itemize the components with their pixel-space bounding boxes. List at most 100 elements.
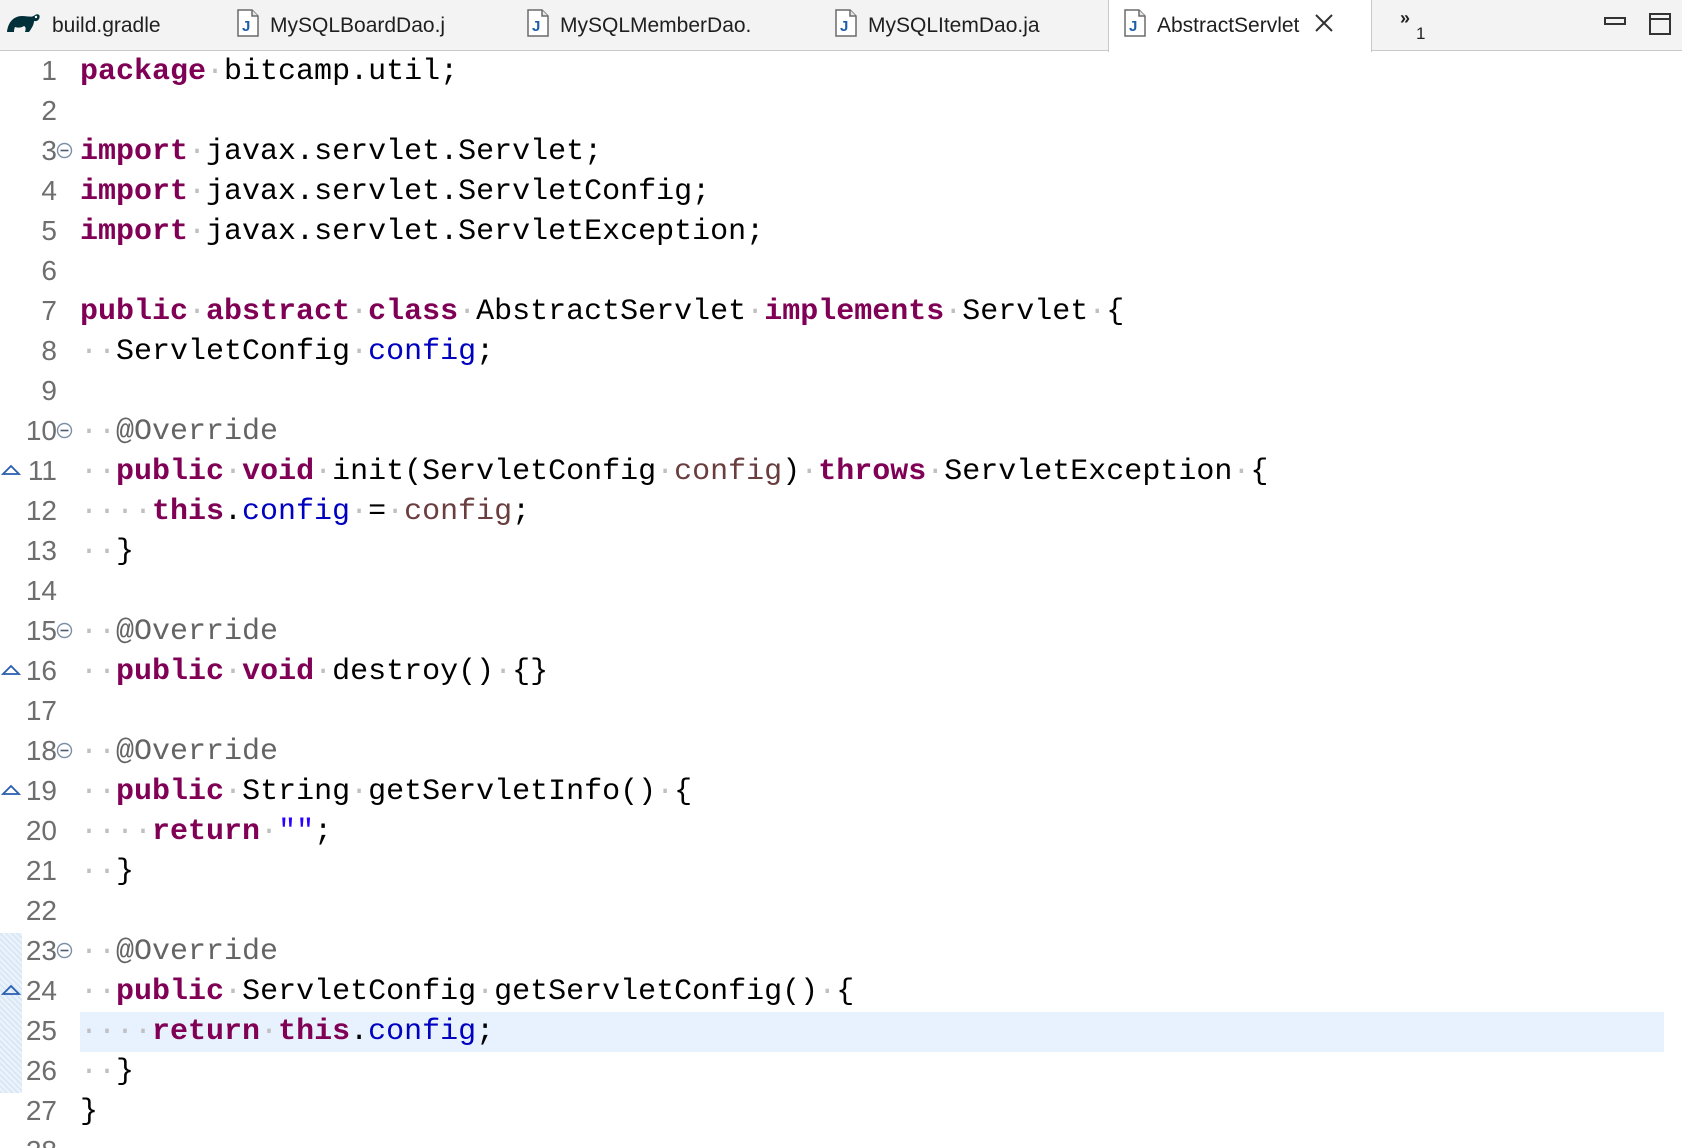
code-line[interactable]: 8 ··ServletConfig·config; xyxy=(0,331,1682,371)
tab-mysqlmemberdao[interactable]: J MySQLMemberDao. xyxy=(526,0,812,51)
code-line[interactable]: 26 ··} xyxy=(0,1051,1682,1091)
tab-label: MySQLBoardDao.j xyxy=(270,13,446,37)
tab-mysqlitemdao[interactable]: J MySQLItemDao.ja xyxy=(834,0,1104,51)
code-line[interactable]: 25 ····return·this.config; xyxy=(0,1011,1682,1052)
line-number: 11 xyxy=(27,455,57,486)
line-number: 20 xyxy=(25,815,57,846)
code-line[interactable]: 3 import·javax.servlet.Servlet; xyxy=(0,131,1682,171)
line-number: 1 xyxy=(41,55,57,86)
line-number: 24 xyxy=(25,975,57,1006)
code-line[interactable]: 18 ··@Override xyxy=(0,731,1682,771)
svg-text:J: J xyxy=(1129,18,1137,35)
tab-label: AbstractServlet xyxy=(1157,14,1300,37)
fold-collapse-icon[interactable] xyxy=(56,742,73,764)
code-token: Servlet xyxy=(962,295,1089,329)
code-line[interactable]: 9 xyxy=(0,371,1682,411)
code-text: package·bitcamp.util; xyxy=(80,52,458,92)
whitespace-marker: ·· xyxy=(80,335,117,369)
code-token: init(ServletConfig xyxy=(332,455,657,489)
code-line[interactable]: 21 ··} xyxy=(0,851,1682,891)
code-line[interactable]: 11 ··public·void·init(ServletConfig·confi… xyxy=(0,451,1682,491)
close-icon[interactable] xyxy=(1313,12,1335,40)
code-line[interactable]: 12 ····this.config·=·config; xyxy=(0,491,1682,531)
code-token: String xyxy=(242,775,351,809)
whitespace-marker: · xyxy=(350,495,369,529)
line-number: 7 xyxy=(41,295,57,326)
whitespace-marker: ·· xyxy=(80,615,117,649)
line-number: 6 xyxy=(41,255,57,286)
whitespace-marker: · xyxy=(350,295,369,329)
code-line[interactable]: 7 public·abstract·class·AbstractServlet·i… xyxy=(0,291,1682,331)
whitespace-marker: ·· xyxy=(80,935,117,969)
code-text: public·abstract·class·AbstractServlet·im… xyxy=(80,292,1124,332)
whitespace-marker: · xyxy=(350,335,369,369)
whitespace-marker: · xyxy=(926,455,945,489)
code-token: ; xyxy=(476,1015,495,1049)
code-line[interactable]: 27} xyxy=(0,1091,1682,1131)
code-token: public xyxy=(116,975,225,1009)
code-token: {} xyxy=(512,655,549,689)
code-token: void xyxy=(242,455,315,489)
code-line[interactable]: 14 xyxy=(0,571,1682,611)
code-line[interactable]: 10 ··@Override xyxy=(0,411,1682,451)
tab-build-gradle[interactable]: build.gradle xyxy=(4,0,234,51)
code-line[interactable]: 15 ··@Override xyxy=(0,611,1682,651)
code-line[interactable]: 4 import·javax.servlet.ServletConfig; xyxy=(0,171,1682,211)
code-line[interactable]: 28 xyxy=(0,1131,1682,1148)
code-token: public xyxy=(116,775,225,809)
code-line[interactable]: 17 xyxy=(0,691,1682,731)
whitespace-marker: · xyxy=(818,975,837,1009)
tab-mysqlboarddao[interactable]: J MySQLBoardDao.j xyxy=(236,0,502,51)
code-text: ··@Override xyxy=(80,932,278,972)
code-line[interactable]: 5 import·javax.servlet.ServletException; xyxy=(0,211,1682,251)
code-line[interactable]: 2 xyxy=(0,91,1682,131)
whitespace-marker: · xyxy=(746,295,765,329)
whitespace-marker: ·· xyxy=(80,735,117,769)
code-line[interactable]: 6 xyxy=(0,251,1682,291)
code-token: . xyxy=(350,1015,369,1049)
editor-tab-bar: build.gradle J MySQLBoardDao.j J MySQLMe… xyxy=(0,0,1682,52)
code-token: "" xyxy=(278,815,315,849)
whitespace-marker: · xyxy=(260,815,279,849)
code-token: AbstractServlet xyxy=(476,295,747,329)
code-line[interactable]: 20 ····return·""; xyxy=(0,811,1682,851)
code-token: } xyxy=(116,535,135,569)
code-text: ··@Override xyxy=(80,412,278,452)
code-token: import xyxy=(80,135,189,169)
code-line[interactable]: 13 ··} xyxy=(0,531,1682,571)
code-text: ··@Override xyxy=(80,732,278,772)
code-line[interactable]: 1 package·bitcamp.util; xyxy=(0,51,1682,91)
fold-collapse-icon[interactable] xyxy=(56,622,73,644)
whitespace-marker: · xyxy=(188,135,207,169)
code-editor[interactable]: 1 package·bitcamp.util; 2 3 import·javax.ser… xyxy=(0,51,1682,1148)
code-token: return xyxy=(152,815,261,849)
tab-label: build.gradle xyxy=(52,13,161,37)
minimize-button[interactable] xyxy=(1604,14,1626,33)
whitespace-marker: · xyxy=(656,775,675,809)
code-text: ····return·""; xyxy=(80,812,332,852)
code-line[interactable]: 19 ··public·String·getServletInfo()·{ xyxy=(0,771,1682,811)
fold-collapse-icon[interactable] xyxy=(56,422,73,444)
line-number: 15 xyxy=(25,615,57,646)
fold-collapse-icon[interactable] xyxy=(56,942,73,964)
fold-collapse-icon[interactable] xyxy=(56,142,73,164)
whitespace-marker: · xyxy=(314,655,333,689)
whitespace-marker: · xyxy=(800,455,819,489)
svg-text:J: J xyxy=(840,18,848,35)
code-text: ··ServletConfig·config; xyxy=(80,332,494,372)
whitespace-marker: · xyxy=(206,55,225,89)
code-line[interactable]: 24 ··public·ServletConfig·getServletConfi… xyxy=(0,971,1682,1011)
more-tabs-button[interactable]: » 1 xyxy=(1400,8,1425,43)
svg-text:J: J xyxy=(242,18,250,35)
code-line[interactable]: 16 ··public·void·destroy()·{} xyxy=(0,651,1682,691)
maximize-button[interactable] xyxy=(1648,12,1672,41)
code-token: } xyxy=(80,1095,99,1129)
code-token: void xyxy=(242,655,315,689)
code-line[interactable]: 23 ··@Override xyxy=(0,931,1682,971)
line-number: 8 xyxy=(41,335,57,366)
code-token: public xyxy=(80,295,189,329)
whitespace-marker: · xyxy=(224,975,243,1009)
code-token: @Override xyxy=(116,735,279,769)
tab-abstractservlet[interactable]: J AbstractServlet xyxy=(1108,0,1372,52)
code-line[interactable]: 22 xyxy=(0,891,1682,931)
